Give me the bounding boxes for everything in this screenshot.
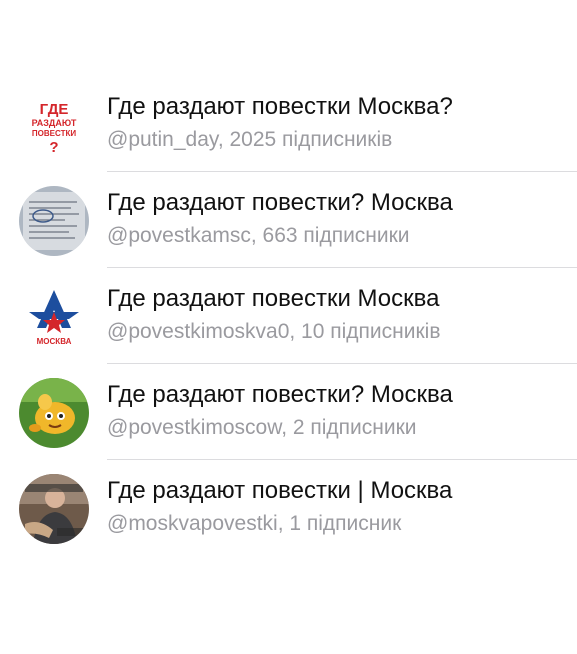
person-photo-icon xyxy=(19,474,89,544)
channel-row[interactable]: Где раздают повестки? Москва @povestkimo… xyxy=(0,364,577,460)
summons-document-photo-icon xyxy=(19,186,89,256)
gde-razdayut-povestki-logo-icon: ГДЕ РАЗДАЮТ ПОВЕСТКИ ? xyxy=(19,90,89,160)
channel-handle-subscribers: @moskvapovestki, 1 підписник xyxy=(107,512,402,535)
logo-text-povestki: ПОВЕСТКИ xyxy=(32,129,76,138)
channel-handle-subscribers: @putin_day, 2025 підписників xyxy=(107,128,393,151)
channel-row[interactable]: МОСКВА Где раздают повестки Москва @pove… xyxy=(0,268,577,364)
channel-list: ГДЕ РАЗДАЮТ ПОВЕСТКИ ? Где раздают повес… xyxy=(0,76,577,556)
channel-row[interactable]: ГДЕ РАЗДАЮТ ПОВЕСТКИ ? Где раздают повес… xyxy=(0,76,577,172)
logo-text-gde: ГДЕ xyxy=(40,101,69,118)
channel-title: Где раздают повестки? Москва xyxy=(107,381,453,408)
star-emblem-logo-icon: МОСКВА xyxy=(19,282,89,352)
channel-row[interactable]: Где раздают повестки? Москва @povestkams… xyxy=(0,172,577,268)
logo-text-moskva: МОСКВА xyxy=(37,337,72,346)
logo-text-question: ? xyxy=(49,139,58,156)
channel-title: Где раздают повестки? Москва xyxy=(107,189,453,216)
logo-text-razdayut: РАЗДАЮТ xyxy=(32,118,77,128)
channel-row[interactable]: Где раздают повестки | Москва @moskvapov… xyxy=(0,460,577,556)
cartoon-character-photo-icon xyxy=(19,378,89,448)
channel-title: Где раздают повестки | Москва xyxy=(107,477,453,504)
channel-handle-subscribers: @povestkimoskva0, 10 підписників xyxy=(107,320,441,343)
channel-handle-subscribers: @povestkamsc, 663 підписники xyxy=(107,224,410,247)
channel-title: Где раздают повестки Москва? xyxy=(107,93,453,120)
channel-handle-subscribers: @povestkimoscow, 2 підписники xyxy=(107,416,417,439)
channel-title: Где раздают повестки Москва xyxy=(107,285,440,312)
